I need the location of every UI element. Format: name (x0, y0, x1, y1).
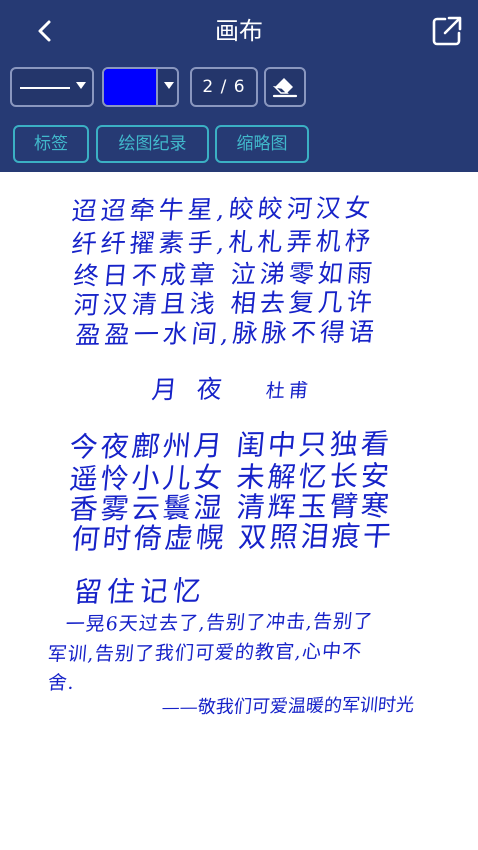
tab-thumbnails[interactable]: 缩略图 (215, 125, 309, 163)
dropdown-arrow-icon (164, 82, 174, 89)
divider (156, 69, 158, 105)
handwritten-line: 何时倚虚幌 双照泪痕干 (70, 519, 396, 556)
app-header: 画布 2 / 6 标签 绘图纪录 缩略图 (0, 0, 478, 172)
back-button[interactable] (30, 16, 60, 46)
share-external-icon (432, 16, 462, 46)
share-button[interactable] (430, 14, 464, 48)
color-swatch (104, 69, 156, 105)
tab-drawing-history[interactable]: 绘图纪录 (96, 125, 209, 163)
memo-signature: ——敬我们可爱温暖的军训时光 (160, 694, 415, 719)
memo-line: 舍. (46, 671, 76, 695)
line-style-preview (20, 87, 70, 89)
eraser-icon (272, 78, 298, 98)
dropdown-arrow-icon (76, 82, 86, 89)
handwritten-line: 盈盈一水间,脉脉不得语 (74, 317, 380, 350)
tab-labels[interactable]: 标签 (13, 125, 89, 163)
line-style-dropdown[interactable] (10, 67, 94, 107)
chevron-left-icon (38, 20, 51, 42)
eraser-button[interactable] (264, 67, 306, 107)
memo-title: 留住记忆 (72, 574, 208, 609)
page-title: 画布 (215, 17, 263, 45)
memo-line: 一晃6天过去了,告别了冲击,告别了 (64, 610, 375, 636)
drawing-canvas[interactable]: 迢迢牵牛星,皎皎河汉女 纤纤擢素手,札札弄机杼 终日不成章 泣涕零如雨 河汉清且… (0, 172, 478, 850)
page-indicator: 2 / 6 (190, 67, 258, 107)
poem-author: 杜甫 (264, 379, 313, 403)
memo-line: 军训,告别了我们可爱的教官,心中不 (46, 640, 364, 666)
poem-title: 月 夜 (150, 374, 230, 405)
pen-color-dropdown[interactable] (102, 67, 179, 107)
